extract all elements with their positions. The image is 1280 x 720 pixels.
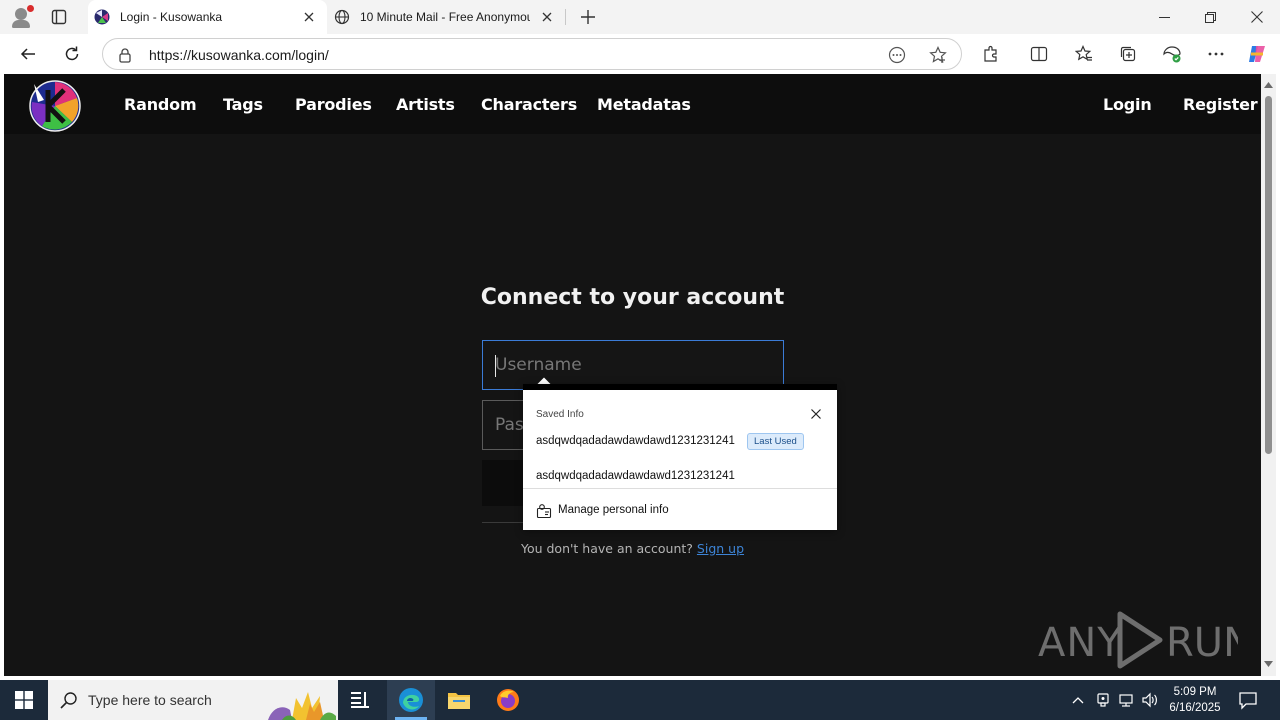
- globe-icon: [334, 9, 350, 25]
- no-account-text: You don't have an account?: [520, 541, 693, 556]
- taskbar-search-box[interactable]: Type here to search: [48, 680, 338, 720]
- favorite-star-icon[interactable]: [928, 45, 948, 65]
- read-aloud-icon[interactable]: [887, 45, 907, 65]
- search-icon: [60, 692, 77, 709]
- close-window-icon[interactable]: [1234, 0, 1280, 34]
- clock-date: 6/16/2025: [1169, 702, 1221, 714]
- notification-center-icon[interactable]: [1238, 690, 1258, 710]
- edge-taskbar-icon[interactable]: [387, 680, 435, 720]
- back-arrow-icon[interactable]: [14, 40, 42, 68]
- nav-login[interactable]: Login: [1103, 95, 1152, 114]
- close-tab-icon[interactable]: [539, 9, 555, 25]
- nav-parodies[interactable]: Parodies: [295, 95, 372, 114]
- taskbar-clock[interactable]: 5:09 PM 6/16/2025: [1160, 684, 1230, 716]
- task-view-icon[interactable]: [336, 680, 384, 720]
- collections-icon[interactable]: [1117, 43, 1139, 65]
- scroll-up-arrow-icon[interactable]: [1264, 80, 1273, 89]
- url-text[interactable]: https://kusowanka.com/login/: [149, 47, 329, 63]
- windows-taskbar: Type here to search 5:09 PM 6/16/2025: [0, 680, 1280, 720]
- personal-info-icon: [536, 504, 552, 519]
- favorites-icon[interactable]: [1073, 43, 1095, 65]
- text-caret: [495, 355, 496, 377]
- anyrun-watermark-logo: ANY RUN: [1038, 611, 1238, 669]
- close-icon[interactable]: [808, 406, 824, 422]
- scroll-down-arrow-icon[interactable]: [1264, 659, 1273, 668]
- signup-link[interactable]: Sign up: [697, 541, 744, 556]
- browser-essentials-icon[interactable]: [1161, 43, 1183, 65]
- login-heading: Connect to your account: [480, 285, 785, 310]
- username-field-wrapper: [482, 340, 784, 390]
- tray-chevron-up-icon[interactable]: [1068, 690, 1088, 710]
- tab-kusowanka-login[interactable]: Login - Kusowanka: [88, 0, 327, 34]
- tray-device-icon[interactable]: [1093, 690, 1113, 710]
- firefox-icon[interactable]: [484, 680, 532, 720]
- page-scrollbar[interactable]: [1261, 74, 1276, 676]
- split-screen-icon[interactable]: [1028, 43, 1050, 65]
- address-bar[interactable]: https://kusowanka.com/login/: [102, 38, 962, 70]
- last-used-badge: Last Used: [747, 433, 804, 450]
- network-icon[interactable]: [1116, 690, 1136, 710]
- signup-row: You don't have an account? Sign up: [4, 541, 1261, 556]
- tab-separator: [565, 9, 566, 25]
- browser-tab-strip: Login - Kusowanka 10 Minute Mail - Free …: [0, 0, 1280, 34]
- tab-actions-icon[interactable]: [48, 6, 70, 28]
- nav-random[interactable]: Random: [124, 95, 197, 114]
- file-explorer-icon[interactable]: [435, 680, 483, 720]
- suggestion-value: asdqwdqadadawdawdawd1231231241: [536, 435, 735, 447]
- tab-10-minute-mail[interactable]: 10 Minute Mail - Free Anonymous: [328, 0, 565, 34]
- nav-register[interactable]: Register: [1183, 95, 1258, 114]
- svg-text:ANY: ANY: [1038, 620, 1123, 666]
- close-tab-icon[interactable]: [301, 9, 317, 25]
- autofill-suggestions-popup: Saved Info asdqwdqadadawdawdawd123123124…: [523, 384, 837, 530]
- search-placeholder: Type here to search: [88, 692, 212, 708]
- nav-tags[interactable]: Tags: [223, 95, 263, 114]
- more-menu-icon[interactable]: [1205, 43, 1227, 65]
- clock-time: 5:09 PM: [1173, 686, 1217, 698]
- svg-text:RUN: RUN: [1166, 620, 1238, 666]
- scrollbar-thumb[interactable]: [1265, 96, 1272, 454]
- volume-icon[interactable]: [1140, 690, 1160, 710]
- browser-toolbar: https://kusowanka.com/login/: [0, 34, 1280, 74]
- nav-characters[interactable]: Characters: [481, 95, 577, 114]
- extensions-icon[interactable]: [980, 43, 1002, 65]
- suggestion-value: asdqwdqadadawdawdawd1231231241: [536, 470, 735, 482]
- autofill-suggestion[interactable]: asdqwdqadadawdawdawd1231231241 Last Used: [523, 425, 837, 459]
- username-input[interactable]: [483, 341, 783, 389]
- lock-icon[interactable]: [117, 47, 133, 63]
- minimize-icon[interactable]: [1141, 0, 1187, 34]
- refresh-icon[interactable]: [58, 40, 86, 68]
- new-tab-icon[interactable]: [577, 6, 599, 28]
- nav-metadatas[interactable]: Metadatas: [597, 95, 691, 114]
- kusowanka-favicon-icon: [94, 9, 110, 25]
- manage-personal-info-button[interactable]: Manage personal info: [523, 497, 837, 527]
- nav-artists[interactable]: Artists: [396, 95, 455, 114]
- restore-icon[interactable]: [1187, 0, 1233, 34]
- tab-title: Login - Kusowanka: [120, 10, 223, 24]
- copilot-icon[interactable]: [1246, 43, 1268, 65]
- manage-label: Manage personal info: [558, 504, 669, 516]
- page-viewport: Random Tags Parodies Artists Characters …: [4, 74, 1261, 676]
- search-highlight-illustration: [268, 692, 336, 720]
- site-logo[interactable]: [28, 78, 82, 132]
- popup-divider: [523, 488, 837, 489]
- site-header: Random Tags Parodies Artists Characters …: [4, 74, 1261, 134]
- popup-header: Saved Info: [536, 409, 584, 420]
- profile-icon[interactable]: [8, 4, 34, 30]
- windows-start-icon[interactable]: [0, 680, 48, 720]
- tab-title: 10 Minute Mail - Free Anonymous: [360, 10, 530, 24]
